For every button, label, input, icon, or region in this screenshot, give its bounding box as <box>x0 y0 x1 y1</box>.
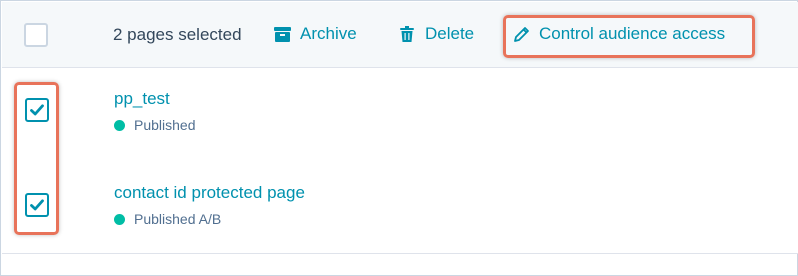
archive-button[interactable]: Archive <box>273 21 357 47</box>
control-audience-access-label: Control audience access <box>539 24 726 43</box>
table-row <box>2 68 798 162</box>
table-row <box>2 160 798 254</box>
selected-count-text: 2 pages selected <box>113 25 242 44</box>
delete-label: Delete <box>425 24 475 43</box>
page-name-link[interactable]: contact id protected page <box>114 183 305 203</box>
checkmark-icon <box>30 199 44 211</box>
page-status: Published A/B <box>114 211 221 227</box>
row-checkbox[interactable] <box>25 193 49 217</box>
row-checkbox[interactable] <box>25 98 49 122</box>
archive-icon <box>273 25 291 43</box>
status-label: Published <box>134 117 196 133</box>
pencil-icon <box>512 25 530 43</box>
delete-button[interactable]: Delete <box>398 21 474 47</box>
page-status: Published <box>114 117 196 133</box>
status-dot-icon <box>114 119 125 131</box>
select-all-checkbox[interactable] <box>24 23 48 47</box>
pages-table: 2 pages selected Archive Delete Control … <box>0 0 798 276</box>
checkmark-icon <box>30 104 44 116</box>
archive-label: Archive <box>300 24 357 43</box>
control-audience-access-button[interactable]: Control audience access <box>512 21 725 47</box>
trash-icon <box>398 25 416 43</box>
status-dot-icon <box>114 213 125 225</box>
page-name-link[interactable]: pp_test <box>114 89 170 109</box>
status-label: Published A/B <box>134 211 222 227</box>
